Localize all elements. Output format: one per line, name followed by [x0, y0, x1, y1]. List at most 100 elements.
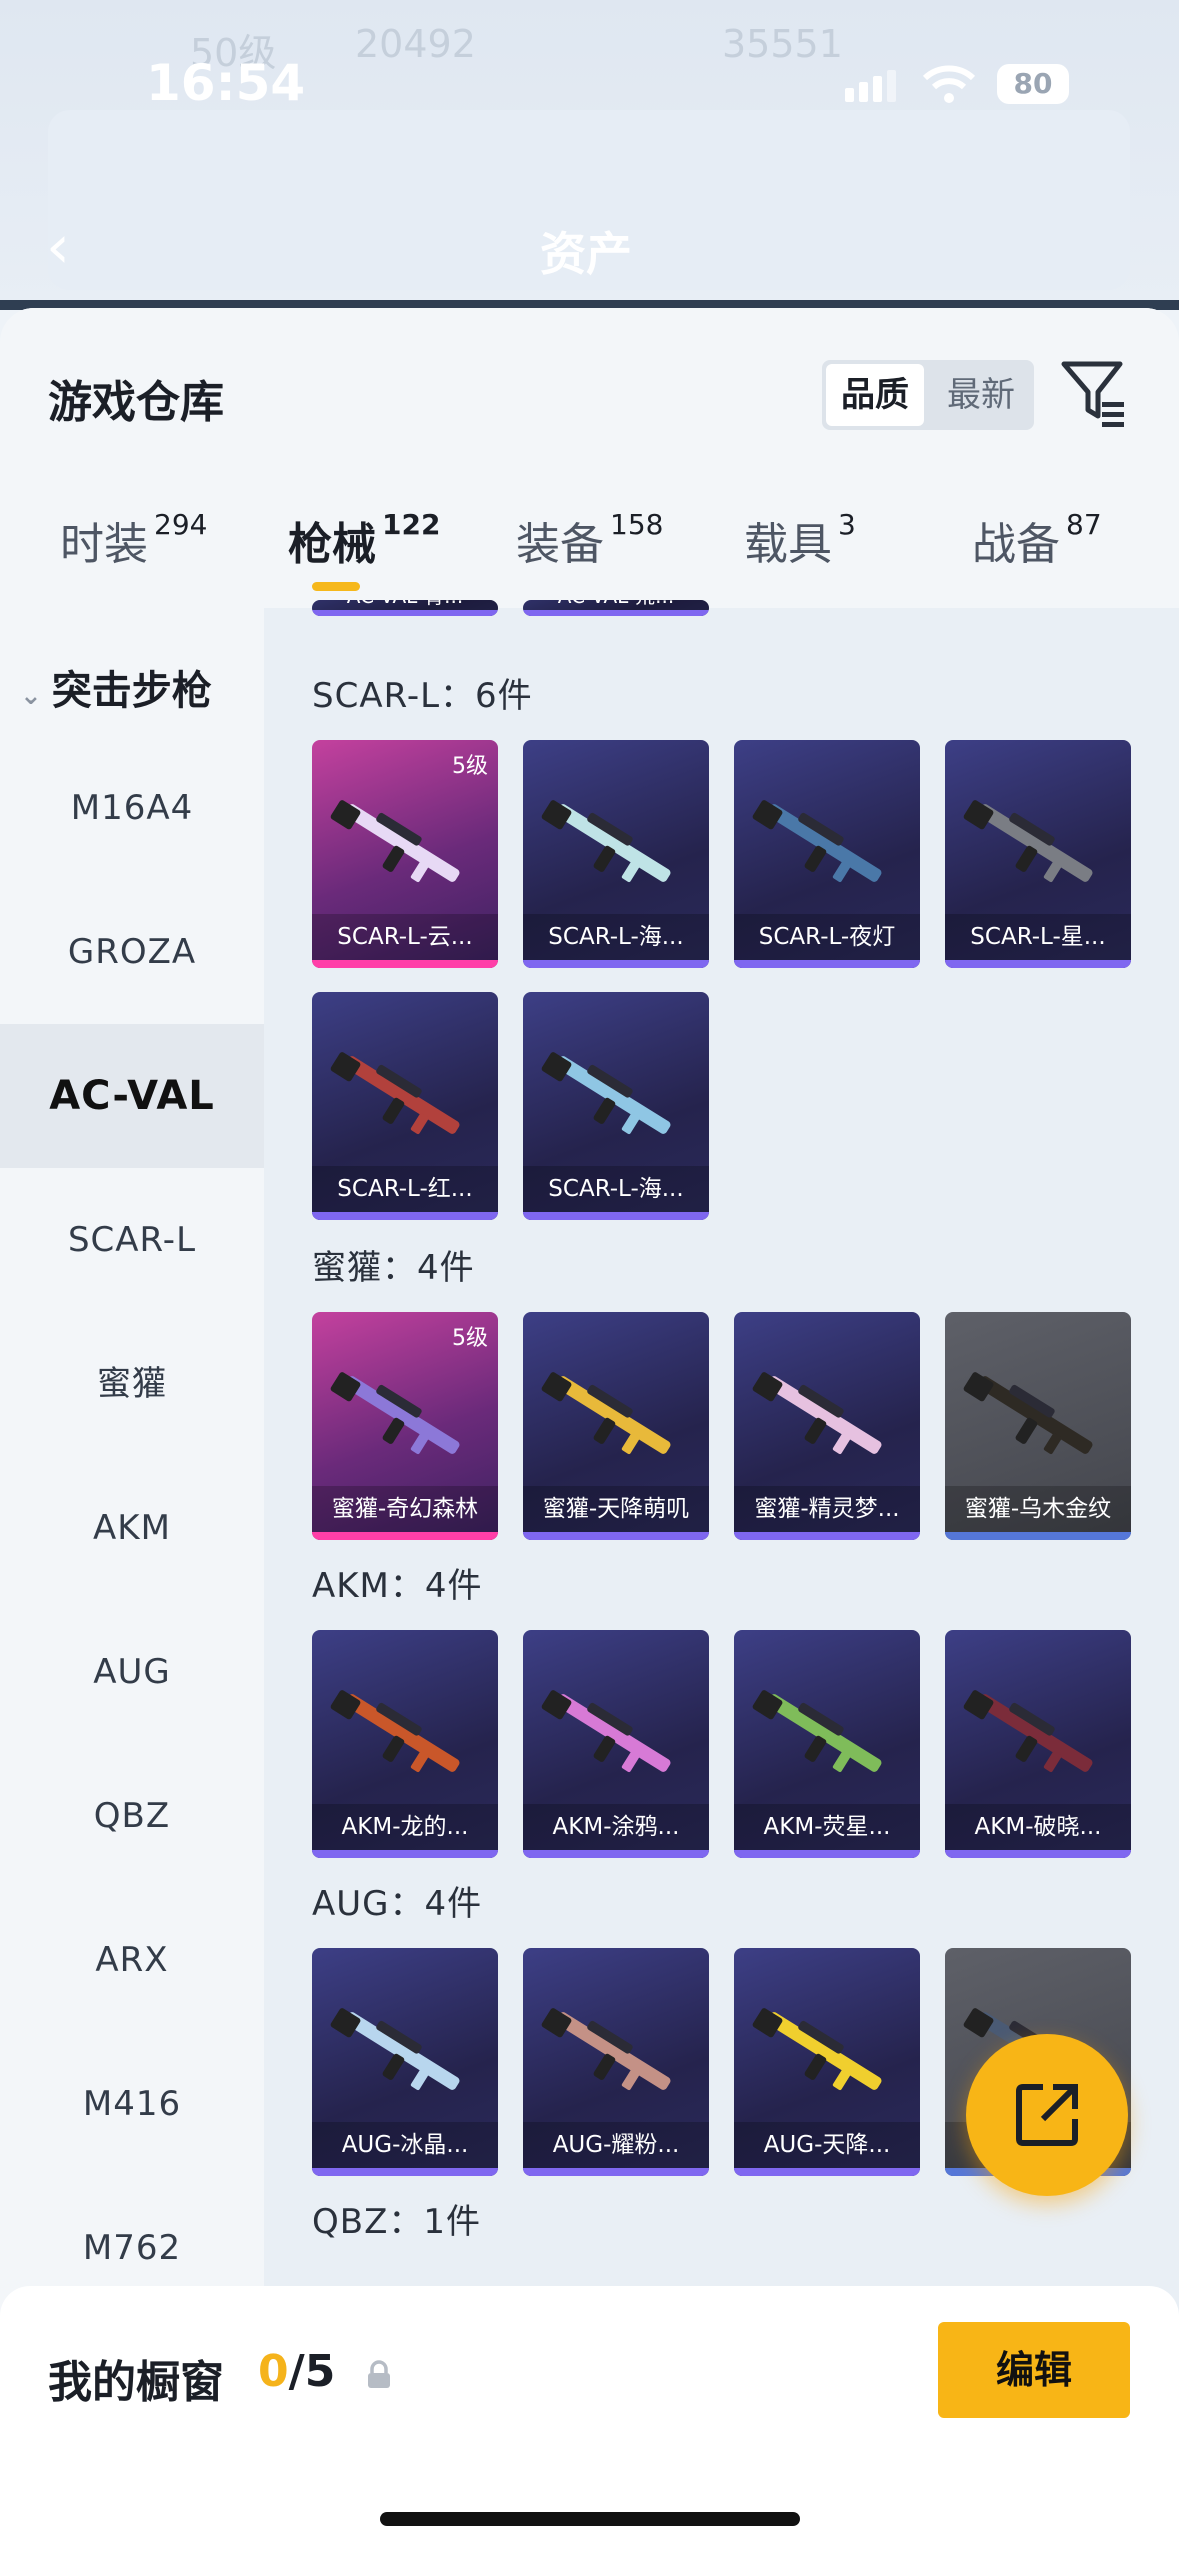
back-chevron-icon[interactable]: ‹: [46, 212, 70, 282]
edit-button[interactable]: 编辑: [938, 2322, 1130, 2418]
tab-vehicles[interactable]: 载具 3: [744, 508, 856, 572]
weapon-skin-image: [752, 800, 882, 883]
share-icon: [1016, 2084, 1078, 2146]
weapon-card[interactable]: 5级 SCAR-L-云...: [312, 740, 498, 968]
weapon-card[interactable]: AKM-荧星...: [734, 1630, 920, 1858]
rarity-bar: [945, 1850, 1131, 1858]
weapon-card[interactable]: AUG-天降...: [734, 1948, 920, 2176]
weapon-skin-image: [330, 1052, 460, 1135]
home-indicator: [380, 2512, 800, 2526]
weapon-name: SCAR-L-海...: [523, 914, 709, 960]
weapon-card[interactable]: SCAR-L-海...: [523, 992, 709, 1220]
weapon-card[interactable]: AC-VAL-荒...: [523, 600, 709, 616]
weapon-name: AC-VAL-青...: [312, 600, 498, 610]
weapon-name: AKM-破晓...: [945, 1804, 1131, 1850]
weapon-card[interactable]: 蜜獾-精灵梦...: [734, 1312, 920, 1540]
tab-label: 载具: [744, 519, 832, 570]
share-button[interactable]: [966, 2034, 1128, 2196]
sidebar-category[interactable]: ⌄ 突击步枪: [20, 658, 212, 716]
sidebar-item-3[interactable]: SCAR-L: [0, 1168, 264, 1312]
rarity-bar: [523, 1850, 709, 1858]
weapon-card[interactable]: AC-VAL-青...: [312, 600, 498, 616]
sidebar-item-2[interactable]: AC-VAL: [0, 1024, 264, 1168]
sidebar-item-6[interactable]: AUG: [0, 1600, 264, 1744]
sort-quality[interactable]: 品质: [826, 364, 924, 426]
weapon-skin-image: [752, 1690, 882, 1773]
tab-count: 158: [610, 508, 664, 541]
weapon-card[interactable]: AKM-破晓...: [945, 1630, 1131, 1858]
warehouse-sheet: 游戏仓库 品质 最新 时装 294 枪械 122 装备 158 载具 3 战备 87 ⌄ 突…: [0, 308, 1179, 2556]
rarity-bar: [523, 2168, 709, 2176]
weapon-name: SCAR-L-星...: [945, 914, 1131, 960]
rarity-bar: [312, 960, 498, 968]
weapon-card[interactable]: SCAR-L-夜灯: [734, 740, 920, 968]
status-time: 16:54: [146, 54, 306, 112]
rarity-bar: [523, 1212, 709, 1220]
weapon-card[interactable]: AKM-涂鸦...: [523, 1630, 709, 1858]
weapon-card[interactable]: 蜜獾-乌木金纹: [945, 1312, 1131, 1540]
rarity-bar: [312, 610, 498, 616]
sidebar-item-7[interactable]: QBZ: [0, 1744, 264, 1888]
weapon-sidebar: ⌄ 突击步枪 M16A4 GROZA AC-VAL SCAR-L 蜜獾 AKM AUG QBZ A…: [0, 608, 264, 2556]
nav-title: 资产: [540, 227, 632, 281]
chevron-down-icon: ⌄: [20, 681, 42, 711]
filter-icon[interactable]: [1060, 358, 1128, 430]
weapon-skin-image: [330, 1372, 460, 1455]
rarity-bar: [312, 1850, 498, 1858]
weapon-skin-image: [963, 1690, 1093, 1773]
weapon-card[interactable]: SCAR-L-海...: [523, 740, 709, 968]
rarity-bar: [523, 960, 709, 968]
tab-equipment[interactable]: 装备 158: [516, 508, 663, 572]
weapon-name: SCAR-L-海...: [523, 1166, 709, 1212]
tab-count: 122: [382, 508, 441, 541]
weapon-card[interactable]: 蜜獾-天降萌叽: [523, 1312, 709, 1540]
weapon-skin-image: [541, 1690, 671, 1773]
rarity-bar: [312, 1212, 498, 1220]
sidebar-item-1[interactable]: GROZA: [0, 880, 264, 1024]
tab-weapons[interactable]: 枪械 122: [288, 508, 440, 572]
weapon-name: AUG-冰晶...: [312, 2122, 498, 2168]
weapon-name: 蜜獾-奇幻森林: [312, 1486, 498, 1532]
rarity-bar: [523, 610, 709, 616]
rarity-bar: [734, 1532, 920, 1540]
weapon-grid: AC-VAL-青... AC-VAL-荒... SCAR-L：6件 5级 SCAR-L-…: [264, 600, 1179, 2556]
tab-supplies[interactable]: 战备 87: [972, 508, 1102, 572]
rarity-bar: [734, 960, 920, 968]
weapon-skin-image: [541, 2008, 671, 2091]
sort-toggle[interactable]: 品质 最新: [822, 360, 1034, 430]
weapon-card[interactable]: AUG-耀粉...: [523, 1948, 709, 2176]
weapon-name: AKM-龙的...: [312, 1804, 498, 1850]
rarity-bar: [312, 2168, 498, 2176]
weapon-name: 蜜獾-天降萌叽: [523, 1486, 709, 1532]
active-tab-indicator: [312, 582, 360, 591]
sidebar-category-label: 突击步枪: [51, 668, 212, 714]
level-badge: 5级: [452, 1326, 488, 1351]
sidebar-item-5[interactable]: AKM: [0, 1456, 264, 1600]
weapon-card[interactable]: 5级蜜獾-奇幻森林: [312, 1312, 498, 1540]
tab-count: 294: [154, 508, 208, 541]
sidebar-item-4[interactable]: 蜜獾: [0, 1312, 264, 1456]
sort-newest[interactable]: 最新: [932, 364, 1030, 426]
weapon-card[interactable]: AKM-龙的...: [312, 1630, 498, 1858]
weapon-card[interactable]: SCAR-L-星...: [945, 740, 1131, 968]
section-title: AUG：4件: [312, 1884, 483, 1924]
tab-label: 枪械: [288, 519, 376, 570]
tab-fashion[interactable]: 时装 294: [60, 508, 207, 572]
sidebar-item-0[interactable]: M16A4: [0, 736, 264, 880]
sidebar-item-9[interactable]: M416: [0, 2032, 264, 2176]
sidebar-item-8[interactable]: ARX: [0, 1888, 264, 2032]
weapon-name: AC-VAL-荒...: [523, 600, 709, 610]
weapon-skin-image: [330, 1690, 460, 1773]
weapon-name: AKM-涂鸦...: [523, 1804, 709, 1850]
tab-count: 87: [1066, 508, 1102, 541]
weapon-skin-image: [541, 1052, 671, 1135]
rarity-bar: [945, 1532, 1131, 1540]
weapon-card[interactable]: SCAR-L-红...: [312, 992, 498, 1220]
tab-label: 时装: [60, 519, 148, 570]
weapon-skin-image: [541, 1372, 671, 1455]
weapon-card[interactable]: AUG-冰晶...: [312, 1948, 498, 2176]
rarity-bar: [523, 1532, 709, 1540]
showcase-count: 0/5: [258, 2346, 335, 2397]
tab-label: 装备: [516, 519, 604, 570]
showcase-total: /5: [288, 2346, 336, 2397]
